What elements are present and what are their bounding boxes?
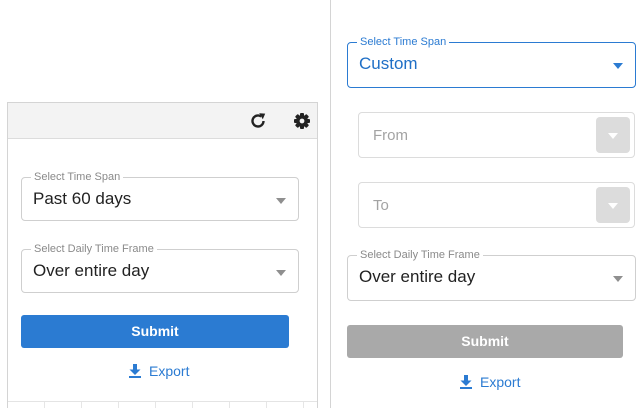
panel-toolbar bbox=[8, 103, 317, 139]
from-date-dropdown-button[interactable] bbox=[596, 117, 630, 153]
export-label: Export bbox=[480, 374, 521, 390]
gear-icon[interactable] bbox=[292, 111, 312, 131]
export-link[interactable]: Export bbox=[459, 374, 520, 390]
time-span-select[interactable]: Select Time Span Custom bbox=[347, 36, 636, 88]
from-date-field[interactable]: From bbox=[358, 112, 635, 158]
daily-time-frame-value: Over entire day bbox=[359, 267, 476, 286]
chevron-down-icon bbox=[613, 276, 623, 282]
export-label: Export bbox=[149, 363, 190, 379]
download-icon bbox=[128, 364, 142, 378]
chevron-down-icon bbox=[613, 63, 623, 69]
export-link[interactable]: Export bbox=[128, 363, 189, 379]
daily-time-frame-label: Select Daily Time Frame bbox=[357, 249, 483, 261]
time-span-value: Past 60 days bbox=[33, 189, 132, 208]
time-span-select[interactable]: Select Time Span Past 60 days bbox=[21, 171, 299, 221]
daily-time-frame-value: Over entire day bbox=[33, 261, 150, 280]
chevron-down-icon bbox=[608, 203, 618, 209]
chevron-down-icon bbox=[608, 133, 618, 139]
right-panel: Select Time Span Custom From To Select D… bbox=[330, 0, 643, 408]
refresh-icon[interactable] bbox=[248, 111, 268, 131]
to-placeholder: To bbox=[373, 197, 389, 214]
from-placeholder: From bbox=[373, 127, 408, 144]
submit-button[interactable]: Submit bbox=[21, 315, 289, 348]
daily-time-frame-label: Select Daily Time Frame bbox=[31, 243, 157, 255]
to-date-field[interactable]: To bbox=[358, 182, 635, 228]
left-panel: Select Time Span Past 60 days Select Dai… bbox=[7, 102, 318, 408]
daily-time-frame-select[interactable]: Select Daily Time Frame Over entire day bbox=[21, 243, 299, 293]
download-icon bbox=[459, 375, 473, 389]
time-span-label: Select Time Span bbox=[31, 171, 124, 183]
chevron-down-icon bbox=[276, 198, 286, 204]
daily-time-frame-select[interactable]: Select Daily Time Frame Over entire day bbox=[347, 249, 636, 301]
table-header-strip bbox=[8, 401, 317, 408]
time-span-label: Select Time Span bbox=[357, 36, 450, 48]
submit-button[interactable]: Submit bbox=[347, 325, 623, 358]
to-date-dropdown-button[interactable] bbox=[596, 187, 630, 223]
chevron-down-icon bbox=[276, 270, 286, 276]
time-span-value: Custom bbox=[359, 54, 418, 73]
